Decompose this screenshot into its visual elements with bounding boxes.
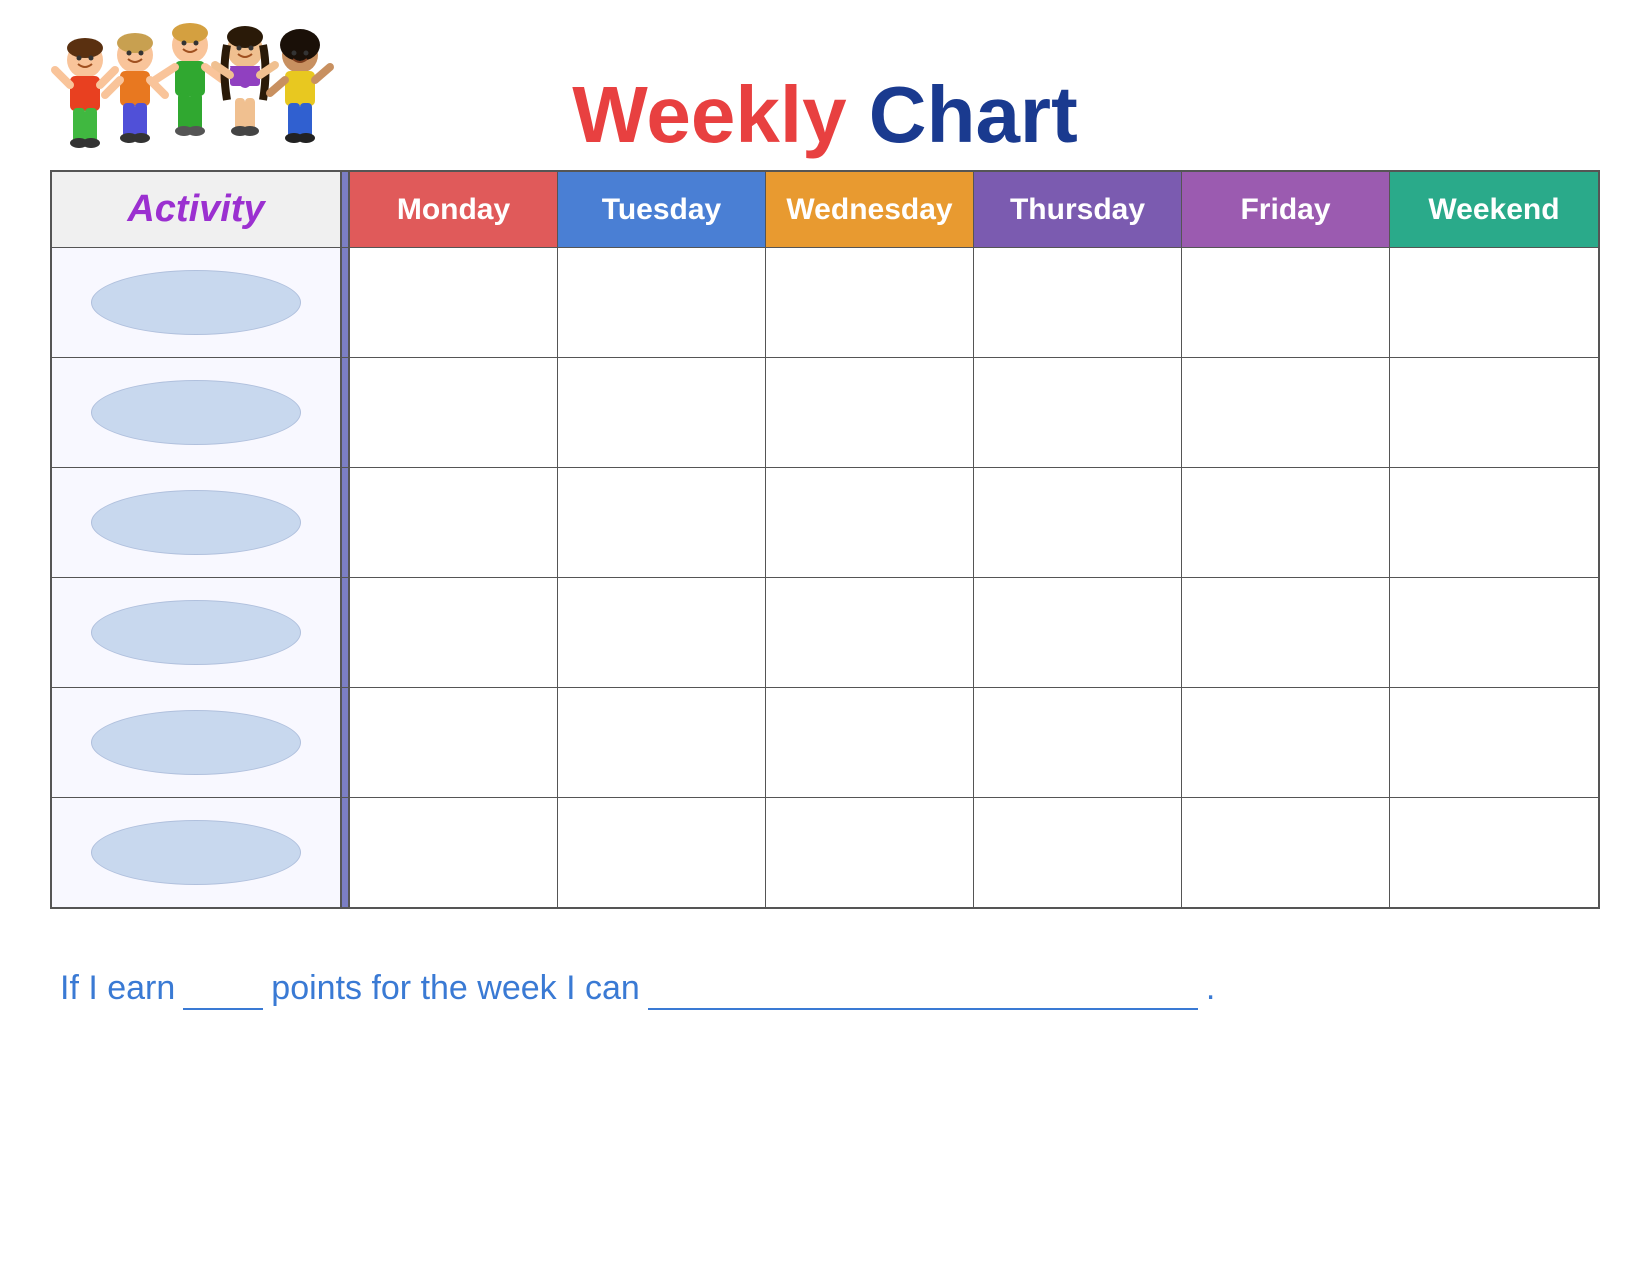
- divider-2: [342, 358, 350, 467]
- activity-oval-3: [91, 490, 301, 555]
- cell-r5-monday[interactable]: [350, 688, 558, 797]
- divider-1: [342, 248, 350, 357]
- cell-r3-wednesday[interactable]: [766, 468, 974, 577]
- cell-r1-tuesday[interactable]: [558, 248, 766, 357]
- day-header-friday: Friday: [1182, 172, 1390, 247]
- chart-header-row: Activity Monday Tuesday Wednesday Thursd…: [52, 172, 1598, 247]
- cell-r6-friday[interactable]: [1182, 798, 1390, 907]
- cell-r4-monday[interactable]: [350, 578, 558, 687]
- cell-r2-thursday[interactable]: [974, 358, 1182, 467]
- cell-r4-tuesday[interactable]: [558, 578, 766, 687]
- page-title: Weekly Chart: [572, 75, 1077, 160]
- cell-r6-tuesday[interactable]: [558, 798, 766, 907]
- divider-6: [342, 798, 350, 907]
- chart-row: [52, 797, 1598, 907]
- cell-r3-tuesday[interactable]: [558, 468, 766, 577]
- day-header-wednesday: Wednesday: [766, 172, 974, 247]
- footer-period: .: [1206, 969, 1215, 1008]
- footer-text1: If I earn: [60, 969, 175, 1008]
- activity-cell-1: [52, 248, 342, 357]
- cell-r5-weekend[interactable]: [1390, 688, 1598, 797]
- activity-oval-6: [91, 820, 301, 885]
- footer-blank2[interactable]: [648, 969, 1198, 1010]
- cell-r3-thursday[interactable]: [974, 468, 1182, 577]
- cell-r1-friday[interactable]: [1182, 248, 1390, 357]
- cell-r1-wednesday[interactable]: [766, 248, 974, 357]
- cell-r5-tuesday[interactable]: [558, 688, 766, 797]
- divider-3: [342, 468, 350, 577]
- activity-oval-2: [91, 380, 301, 445]
- activity-oval-5: [91, 710, 301, 775]
- cell-r2-weekend[interactable]: [1390, 358, 1598, 467]
- cell-r5-wednesday[interactable]: [766, 688, 974, 797]
- activity-oval-1: [91, 270, 301, 335]
- activity-oval-4: [91, 600, 301, 665]
- footer-text: If I earn points for the week I can .: [50, 969, 1600, 1010]
- activity-cell-2: [52, 358, 342, 467]
- cell-r1-monday[interactable]: [350, 248, 558, 357]
- cell-r1-thursday[interactable]: [974, 248, 1182, 357]
- cell-r6-weekend[interactable]: [1390, 798, 1598, 907]
- cell-r2-monday[interactable]: [350, 358, 558, 467]
- chart-row: [52, 687, 1598, 797]
- activity-cell-4: [52, 578, 342, 687]
- weekly-chart: Activity Monday Tuesday Wednesday Thursd…: [50, 170, 1600, 909]
- title-chart: Chart: [869, 70, 1078, 159]
- footer-blank1[interactable]: [183, 969, 263, 1010]
- cell-r1-weekend[interactable]: [1390, 248, 1598, 357]
- cell-r5-thursday[interactable]: [974, 688, 1182, 797]
- cell-r2-tuesday[interactable]: [558, 358, 766, 467]
- day-header-monday: Monday: [350, 172, 558, 247]
- activity-header-cell: Activity: [52, 172, 342, 247]
- cell-r2-friday[interactable]: [1182, 358, 1390, 467]
- day-header-tuesday: Tuesday: [558, 172, 766, 247]
- cell-r6-wednesday[interactable]: [766, 798, 974, 907]
- footer-text2: points for the week I can: [271, 969, 640, 1008]
- day-header-weekend: Weekend: [1390, 172, 1598, 247]
- day-header-thursday: Thursday: [974, 172, 1182, 247]
- chart-row: [52, 577, 1598, 687]
- cell-r3-monday[interactable]: [350, 468, 558, 577]
- activity-label: Activity: [127, 188, 264, 231]
- cell-r4-thursday[interactable]: [974, 578, 1182, 687]
- divider-5: [342, 688, 350, 797]
- cell-r6-monday[interactable]: [350, 798, 558, 907]
- cell-r6-thursday[interactable]: [974, 798, 1182, 907]
- chart-row: [52, 357, 1598, 467]
- cell-r4-friday[interactable]: [1182, 578, 1390, 687]
- activity-cell-6: [52, 798, 342, 907]
- title-weekly: Weekly: [572, 70, 846, 159]
- chart-row: [52, 247, 1598, 357]
- cell-r4-weekend[interactable]: [1390, 578, 1598, 687]
- activity-cell-5: [52, 688, 342, 797]
- cell-r5-friday[interactable]: [1182, 688, 1390, 797]
- page-header: Weekly Chart: [50, 30, 1600, 160]
- cell-r4-wednesday[interactable]: [766, 578, 974, 687]
- divider-header: [342, 172, 350, 247]
- cell-r2-wednesday[interactable]: [766, 358, 974, 467]
- activity-cell-3: [52, 468, 342, 577]
- chart-row: [52, 467, 1598, 577]
- cell-r3-weekend[interactable]: [1390, 468, 1598, 577]
- kids-illustration: [50, 20, 340, 160]
- cell-r3-friday[interactable]: [1182, 468, 1390, 577]
- divider-4: [342, 578, 350, 687]
